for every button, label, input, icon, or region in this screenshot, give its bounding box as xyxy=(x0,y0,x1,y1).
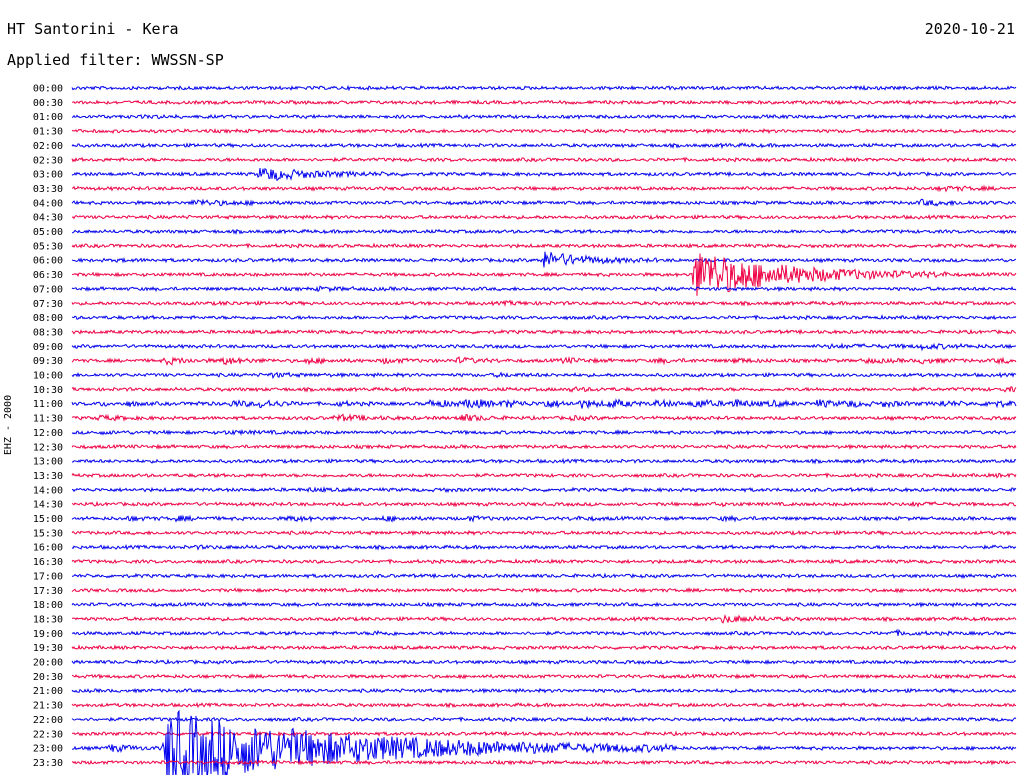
row-label: 00:30 xyxy=(33,98,63,109)
trace-line xyxy=(71,113,1017,120)
trace-line xyxy=(71,544,1017,551)
row-label: 01:00 xyxy=(33,112,63,123)
row-label: 21:00 xyxy=(33,686,63,697)
trace-line xyxy=(71,601,1017,608)
trace-line xyxy=(71,251,1017,268)
row-label: 23:00 xyxy=(33,744,63,755)
row-label: 18:30 xyxy=(33,614,63,625)
trace-line xyxy=(71,285,1017,293)
row-label: 05:30 xyxy=(33,241,63,252)
trace-line xyxy=(71,184,1017,193)
row-label: 05:00 xyxy=(33,227,63,238)
trace-line xyxy=(71,701,1017,709)
row-label: 16:00 xyxy=(33,543,63,554)
trace-line xyxy=(71,673,1017,680)
row-label: 13:30 xyxy=(33,471,63,482)
row-label: 09:00 xyxy=(33,342,63,353)
row-label: 00:00 xyxy=(33,84,63,95)
trace-line xyxy=(71,198,1017,207)
seismogram-plot: 00:00 00:30 01:00 01:30 02:00 02:30 03:00 03:30… xyxy=(33,84,1017,775)
trace-line xyxy=(71,715,1017,723)
trace-line xyxy=(71,342,1017,352)
row-label: 06:00 xyxy=(33,256,63,267)
row-label: 16:30 xyxy=(33,557,63,568)
trace-line xyxy=(71,99,1017,106)
trace-line xyxy=(71,428,1017,436)
trace-line xyxy=(71,413,1017,423)
trace-line xyxy=(71,299,1017,307)
row-label: 08:00 xyxy=(33,313,63,324)
row-label: 02:00 xyxy=(33,141,63,152)
row-label: 10:30 xyxy=(33,385,63,396)
row-label: 17:30 xyxy=(33,586,63,597)
trace-line xyxy=(71,709,1017,775)
trace-line xyxy=(71,658,1017,666)
row-label: 22:30 xyxy=(33,729,63,740)
trace-line xyxy=(71,168,1017,182)
trace-line xyxy=(71,730,1017,737)
row-label: 15:00 xyxy=(33,514,63,525)
row-label: 21:30 xyxy=(33,701,63,712)
row-label: 14:30 xyxy=(33,500,63,511)
row-label: 08:30 xyxy=(33,327,63,338)
trace-line xyxy=(72,572,1017,580)
row-label: 10:00 xyxy=(33,371,63,382)
trace-line xyxy=(71,371,1017,380)
row-label: 04:30 xyxy=(33,213,63,224)
row-label: 11:30 xyxy=(33,414,63,425)
trace-line xyxy=(71,328,1017,336)
trace-line xyxy=(71,472,1017,479)
trace-line xyxy=(71,156,1017,163)
trace-line xyxy=(71,586,1017,594)
row-label: 03:30 xyxy=(33,184,63,195)
row-label: 19:00 xyxy=(33,629,63,640)
row-label: 20:30 xyxy=(33,672,63,683)
row-label: 01:30 xyxy=(33,127,63,138)
row-label: 18:00 xyxy=(33,600,63,611)
row-label: 11:00 xyxy=(33,399,63,410)
row-label: 23:30 xyxy=(33,758,63,769)
trace-line xyxy=(71,514,1017,523)
trace-line xyxy=(72,228,1017,235)
row-label: 09:30 xyxy=(33,356,63,367)
trace-line xyxy=(71,213,1017,221)
row-label: 03:00 xyxy=(33,170,63,181)
row-label: 02:30 xyxy=(33,155,63,166)
trace-line xyxy=(71,386,1017,393)
trace-line xyxy=(71,558,1017,565)
trace-line xyxy=(71,500,1017,508)
trace-line xyxy=(71,614,1017,624)
row-label: 15:30 xyxy=(33,528,63,539)
row-label: 04:00 xyxy=(33,198,63,209)
trace-line xyxy=(71,242,1017,250)
trace-line xyxy=(71,142,1017,150)
row-label: 20:00 xyxy=(33,658,63,669)
row-label: 07:00 xyxy=(33,284,63,295)
trace-line xyxy=(71,628,1017,637)
row-label: 06:30 xyxy=(33,270,63,281)
row-label: 19:30 xyxy=(33,643,63,654)
trace-line xyxy=(71,127,1017,135)
row-label: 07:30 xyxy=(33,299,63,310)
trace-line xyxy=(72,457,1017,465)
trace-line xyxy=(71,687,1017,695)
row-label: 14:00 xyxy=(33,485,63,496)
row-label: 13:00 xyxy=(33,457,63,468)
trace-line xyxy=(71,355,1017,366)
trace-line xyxy=(71,398,1017,410)
row-label: 12:00 xyxy=(33,428,63,439)
trace-line xyxy=(71,529,1017,537)
trace-line xyxy=(71,485,1017,494)
trace-line xyxy=(71,84,1017,92)
trace-line xyxy=(71,314,1017,321)
row-label: 12:30 xyxy=(33,442,63,453)
trace-line xyxy=(71,443,1017,451)
row-label: 17:00 xyxy=(33,571,63,582)
row-label: 22:00 xyxy=(33,715,63,726)
trace-line xyxy=(71,644,1017,651)
